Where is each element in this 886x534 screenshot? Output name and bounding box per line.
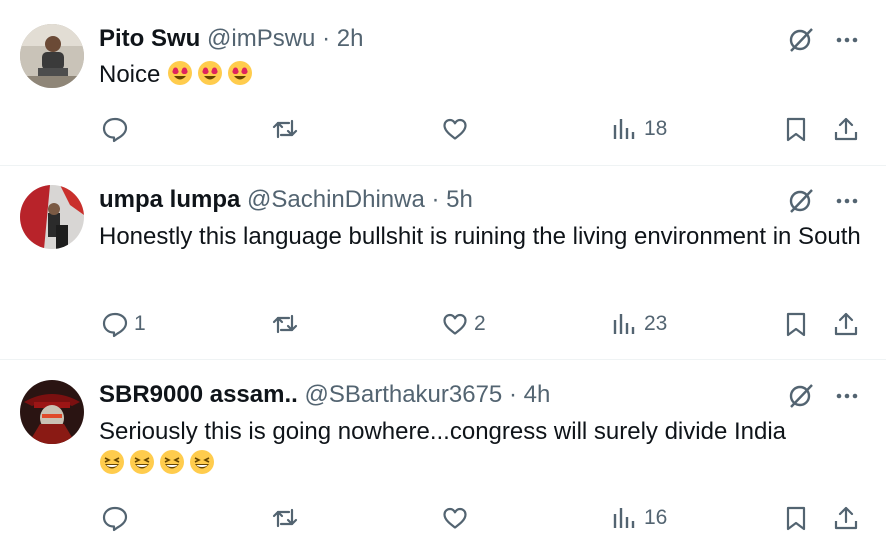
grinning-squint-emoji <box>189 449 215 475</box>
reply-button[interactable]: 1 <box>101 308 146 340</box>
views-count: 16 <box>644 506 668 529</box>
retweet-button[interactable] <box>271 502 304 534</box>
user-handle[interactable]: @SBarthakur3675 <box>304 381 502 408</box>
display-name[interactable]: Pito Swu <box>99 25 200 52</box>
more-options-icon[interactable] <box>833 381 863 411</box>
retweet-icon <box>272 119 298 139</box>
views-count: 23 <box>644 312 668 335</box>
tweet-1[interactable]: Pito Swu @imPswu · 2h Noice 18 <box>0 0 886 165</box>
tweet-actions: 16 <box>0 502 886 534</box>
retweet-icon <box>272 508 298 528</box>
views-button[interactable]: 23 <box>611 308 667 340</box>
heart-icon <box>443 313 467 335</box>
reply-button[interactable] <box>101 113 134 145</box>
separator-dot: · <box>508 381 517 408</box>
heart-eyes-emoji <box>167 60 193 86</box>
like-button[interactable]: 2 <box>441 308 486 340</box>
views-icon <box>613 508 635 528</box>
user-handle[interactable]: @imPswu <box>207 25 315 52</box>
separator-dot: · <box>431 186 440 213</box>
grinning-squint-emoji <box>99 449 125 475</box>
share-icon <box>834 506 858 530</box>
avatar[interactable] <box>20 24 84 88</box>
timestamp[interactable]: 5h <box>446 186 473 213</box>
tweet-text: Noice <box>99 59 869 91</box>
tweet-text: Honestly this language bullshit is ruini… <box>99 221 869 253</box>
heart-icon <box>443 118 467 140</box>
display-name[interactable]: SBR9000 assam.. <box>99 381 298 408</box>
heart-eyes-emoji <box>197 60 223 86</box>
grinning-squint-emoji <box>159 449 185 475</box>
tweet-header: umpa lumpa @SachinDhinwa · 5h <box>99 185 473 215</box>
views-button[interactable]: 18 <box>611 113 667 145</box>
avatar[interactable] <box>20 185 84 249</box>
share-button[interactable] <box>832 502 860 534</box>
tweet-3[interactable]: SBR9000 assam.. @SBarthakur3675 · 4h Ser… <box>0 360 886 532</box>
tweet-2[interactable]: umpa lumpa @SachinDhinwa · 5h Honestly t… <box>0 166 886 359</box>
retweet-button[interactable] <box>271 113 304 145</box>
grok-icon[interactable] <box>786 381 816 411</box>
separator-dot: · <box>322 25 331 52</box>
tweet-header: Pito Swu @imPswu · 2h <box>99 24 363 54</box>
share-button[interactable] <box>832 113 860 145</box>
share-button[interactable] <box>832 308 860 340</box>
share-icon <box>834 312 858 336</box>
grinning-squint-emoji <box>129 449 155 475</box>
reply-icon <box>102 312 128 338</box>
avatar[interactable] <box>20 380 84 444</box>
heart-icon <box>443 507 467 529</box>
grok-icon[interactable] <box>786 25 816 55</box>
more-options-icon[interactable] <box>833 186 863 216</box>
more-options-icon[interactable] <box>833 25 863 55</box>
views-count: 18 <box>644 117 668 140</box>
like-button[interactable] <box>441 113 474 145</box>
display-name[interactable]: umpa lumpa <box>99 186 240 213</box>
heart-eyes-emoji <box>227 60 253 86</box>
like-count: 2 <box>474 312 486 335</box>
views-icon <box>613 314 635 334</box>
tweet-header: SBR9000 assam.. @SBarthakur3675 · 4h <box>99 380 550 410</box>
timestamp[interactable]: 2h <box>337 25 364 52</box>
reply-button[interactable] <box>101 502 134 534</box>
bookmark-icon <box>786 117 806 142</box>
like-button[interactable] <box>441 502 474 534</box>
reply-icon <box>102 117 128 143</box>
bookmark-button[interactable] <box>782 308 810 340</box>
retweet-icon <box>272 314 298 334</box>
views-icon <box>613 119 635 139</box>
bookmark-icon <box>786 506 806 531</box>
share-icon <box>834 117 858 141</box>
tweet-actions: 18 <box>0 113 886 145</box>
reply-count: 1 <box>134 312 146 335</box>
tweet-text-body: Seriously this is going nowhere...congre… <box>99 418 786 445</box>
tweet-text-body: Noice <box>99 61 161 88</box>
reply-icon <box>102 506 128 532</box>
tweet-actions: 1 2 23 <box>0 308 886 340</box>
tweet-text-body: Honestly this language bullshit is ruini… <box>99 223 861 250</box>
bookmark-icon <box>786 312 806 337</box>
timestamp[interactable]: 4h <box>524 381 551 408</box>
bookmark-button[interactable] <box>782 502 810 534</box>
grok-icon[interactable] <box>786 186 816 216</box>
user-handle[interactable]: @SachinDhinwa <box>247 186 425 213</box>
bookmark-button[interactable] <box>782 113 810 145</box>
tweet-text: Seriously this is going nowhere...congre… <box>99 416 869 480</box>
retweet-button[interactable] <box>271 308 304 340</box>
views-button[interactable]: 16 <box>611 502 667 534</box>
